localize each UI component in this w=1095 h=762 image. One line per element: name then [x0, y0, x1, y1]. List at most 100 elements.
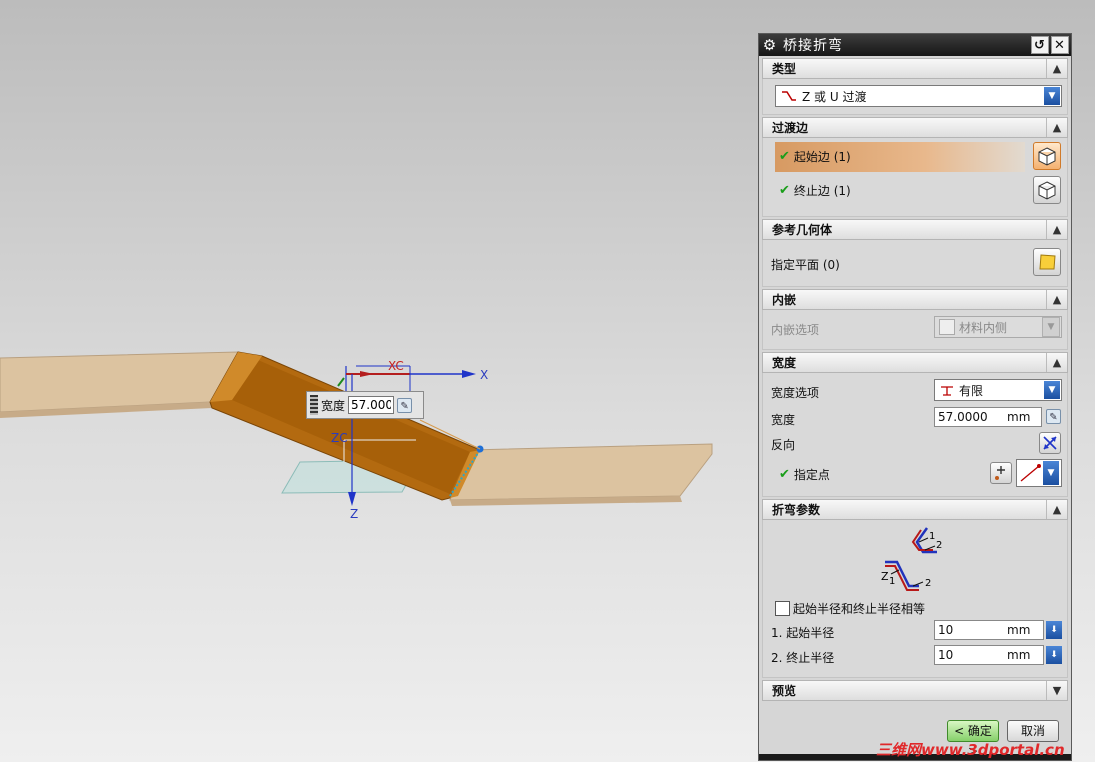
width-option-row: 宽度选项: [771, 384, 819, 401]
section-header-inset[interactable]: 内嵌 ▲: [762, 289, 1068, 310]
chevron-down-icon[interactable]: ▼: [1044, 381, 1060, 399]
plane-icon: [1039, 254, 1056, 270]
section-header-type[interactable]: 类型 ▲: [762, 58, 1068, 79]
svg-text:2: 2: [936, 540, 942, 551]
width-option-label: 宽度选项: [771, 386, 820, 400]
section-title-inset: 内嵌: [772, 293, 797, 307]
start-radius-value: 10: [938, 623, 954, 637]
sheet-metal-model: XC X ZC Z: [0, 351, 713, 521]
start-radius-row: 1. 起始半径: [771, 624, 834, 641]
select-plane-button[interactable]: [1033, 248, 1061, 276]
start-radius-dropdown[interactable]: ⬇: [1046, 621, 1063, 639]
svg-text:Z: Z: [881, 570, 889, 583]
section-title-preview: 预览: [772, 684, 797, 698]
start-radius-label: 1. 起始半径: [771, 626, 835, 640]
down-arrow-icon[interactable]: ⬇: [1046, 646, 1062, 664]
collapse-icon[interactable]: ▲: [1046, 290, 1067, 309]
drag-handle-icon[interactable]: [310, 395, 318, 415]
formula-icon[interactable]: ✎: [1046, 409, 1061, 424]
width-row: 宽度: [771, 411, 795, 428]
check-icon: ✔: [779, 467, 790, 482]
onscreen-width-field[interactable]: [348, 396, 395, 414]
right-flange: [449, 443, 713, 501]
width-option-value: 有限: [959, 383, 984, 398]
start-edge-label: 起始边 (1): [793, 150, 851, 164]
collapse-icon[interactable]: ▲: [1046, 500, 1067, 519]
section-body-inset: 内嵌选项 材料内侧 ▼: [762, 310, 1068, 350]
collapse-icon[interactable]: ▲: [1046, 118, 1067, 137]
section-header-bend[interactable]: 折弯参数 ▲: [762, 499, 1068, 520]
type-select-value: Z 或 U 过渡: [802, 89, 867, 104]
svg-text:1: 1: [929, 531, 935, 542]
equal-radius-row[interactable]: 起始半径和终止半径相等: [775, 600, 925, 617]
chevron-down-icon[interactable]: ▼: [1044, 87, 1060, 105]
equal-radius-checkbox[interactable]: [775, 601, 790, 616]
section-body-transition-edges: ✔ 起始边 (1) ✔ 终止边 (1): [762, 138, 1068, 217]
gear-icon[interactable]: ⚙: [761, 36, 779, 54]
watermark: 三维网www.3dportal.cn: [876, 741, 1065, 759]
end-radius-value: 10: [938, 648, 954, 662]
end-radius-label: 2. 终止半径: [771, 651, 835, 665]
width-unit: mm: [1007, 410, 1031, 424]
point-type-select[interactable]: ▼: [1016, 459, 1062, 487]
point-dialog-button[interactable]: [990, 462, 1012, 484]
reverse-direction-icon: [1043, 436, 1057, 450]
onscreen-width-input[interactable]: 宽度 ✎: [306, 391, 424, 419]
specify-plane-row[interactable]: 指定平面 (0): [771, 256, 840, 273]
section-title-transition-edges: 过渡边: [772, 121, 809, 135]
formula-icon[interactable]: ✎: [397, 397, 413, 413]
collapse-icon[interactable]: ▲: [1046, 59, 1067, 78]
svg-text:2: 2: [925, 578, 931, 589]
check-icon: ✔: [779, 149, 790, 164]
section-title-width: 宽度: [772, 356, 797, 370]
dialog-titlebar[interactable]: ⚙ 桥接折弯 ↺ ✕: [759, 34, 1071, 56]
type-select[interactable]: Z 或 U 过渡 ▼: [775, 85, 1062, 107]
section-header-reference[interactable]: 参考几何体 ▲: [762, 219, 1068, 240]
specify-plane-label: 指定平面 (0): [771, 258, 840, 272]
x-axis-label: X: [480, 368, 488, 382]
chevron-down-icon: ▼: [1042, 317, 1060, 337]
xc-axis-label: XC: [388, 359, 404, 373]
end-edge-row[interactable]: ✔ 终止边 (1): [779, 182, 851, 199]
collapse-icon[interactable]: ▲: [1046, 353, 1067, 372]
section-header-preview[interactable]: 预览 ▼: [762, 680, 1068, 701]
section-title-type: 类型: [772, 62, 797, 76]
reverse-direction-button[interactable]: [1039, 432, 1061, 454]
graphics-viewport[interactable]: XC X ZC Z 宽度 ✎: [0, 0, 755, 762]
start-edge-row[interactable]: ✔ 起始边 (1): [779, 148, 851, 165]
start-radius-unit: mm: [1007, 623, 1031, 637]
section-title-reference: 参考几何体: [772, 223, 833, 237]
end-edge-label: 终止边 (1): [793, 184, 851, 198]
inset-option-select: 材料内侧 ▼: [934, 316, 1062, 338]
close-icon[interactable]: ✕: [1051, 36, 1069, 54]
section-header-transition-edges[interactable]: 过渡边 ▲: [762, 117, 1068, 138]
width-option-select[interactable]: 有限 ▼: [934, 379, 1062, 401]
end-radius-row: 2. 终止半径: [771, 649, 834, 666]
reverse-label: 反向: [771, 438, 796, 452]
onscreen-width-label: 宽度: [321, 398, 346, 413]
zc-axis-label: ZC: [331, 431, 348, 445]
equal-radius-label: 起始半径和终止半径相等: [793, 602, 926, 616]
point-line-icon: [1020, 464, 1041, 482]
section-body-width: 宽度选项 有限 ▼ 宽度 57.0000 mm ✎ 反向 ✔ 指定点 ▼: [762, 373, 1068, 497]
select-start-edge-button[interactable]: [1033, 142, 1061, 170]
inset-option-row: 内嵌选项: [771, 321, 819, 338]
width-input-value: 57.0000: [938, 410, 988, 424]
end-radius-dropdown[interactable]: ⬇: [1046, 646, 1063, 664]
inset-option-value: 材料内侧: [959, 320, 1008, 335]
section-header-width[interactable]: 宽度 ▲: [762, 352, 1068, 373]
check-icon: ✔: [779, 183, 790, 198]
select-end-edge-button[interactable]: [1033, 176, 1061, 204]
specify-point-row[interactable]: ✔ 指定点: [779, 466, 830, 483]
reset-icon[interactable]: ↺: [1031, 36, 1049, 54]
end-radius-unit: mm: [1007, 648, 1031, 662]
collapse-icon[interactable]: ▲: [1046, 220, 1067, 239]
expand-icon[interactable]: ▼: [1046, 681, 1067, 700]
section-body-type: Z 或 U 过渡 ▼: [762, 79, 1068, 115]
down-arrow-icon[interactable]: ⬇: [1046, 621, 1062, 639]
z-axis-label: Z: [350, 507, 358, 521]
chevron-down-icon[interactable]: ▼: [1043, 461, 1059, 485]
inset-option-label: 内嵌选项: [771, 323, 820, 337]
inset-material-icon: [939, 319, 955, 335]
z-transition-icon: [782, 91, 796, 101]
